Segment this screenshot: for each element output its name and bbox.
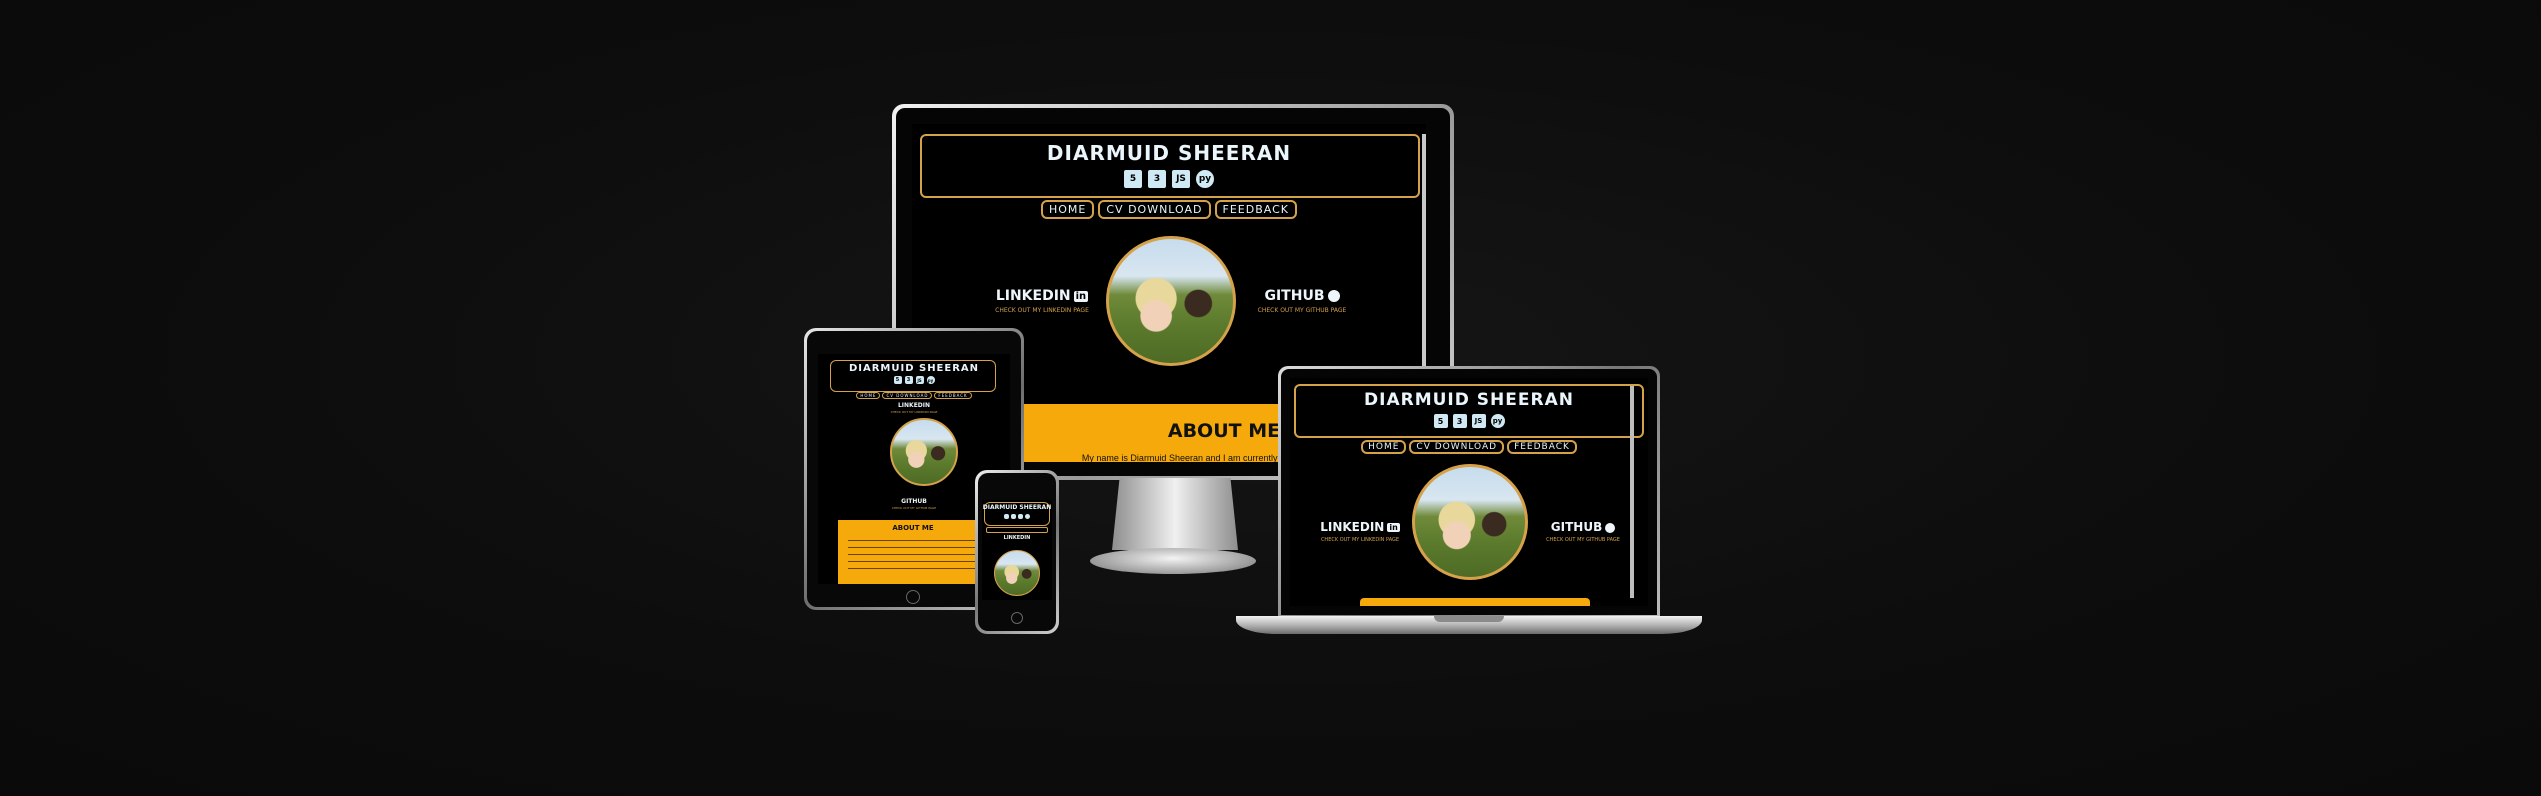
css3-icon: 3 xyxy=(904,376,913,384)
github-icon xyxy=(1605,522,1616,533)
tablet-home-button xyxy=(906,590,920,604)
github-link[interactable]: GITHUB CHECK OUT MY GITHUB PAGE xyxy=(1252,288,1352,314)
phone: DIARMUID SHEERAN LINKEDIN xyxy=(975,470,1059,634)
monitor-neck xyxy=(1112,478,1238,550)
linkedin-label: LINKEDIN xyxy=(995,288,1071,304)
linkedin-link[interactable]: LINKEDIN in CHECK OUT MY LINKEDIN PAGE xyxy=(982,288,1102,314)
html5-icon: 5 xyxy=(1124,170,1142,188)
nav-feedback[interactable]: FEEDBACK xyxy=(1214,200,1297,219)
tablet-github-label: GITHUB xyxy=(901,498,927,505)
laptop-linkedin-label: LINKEDIN xyxy=(1320,520,1385,534)
html5-icon: 5 xyxy=(1433,414,1448,428)
javascript-icon: JS xyxy=(1172,170,1190,188)
css3-icon: 3 xyxy=(1452,414,1467,428)
tablet-nav-cv-download[interactable]: CV DOWNLOAD xyxy=(882,392,933,399)
python-icon: py xyxy=(1196,170,1214,188)
site-title: DIARMUID SHEERAN xyxy=(1046,141,1292,165)
laptop: DIARMUID SHEERAN 5 3 JS py HOME CV DOWNL… xyxy=(1278,366,1660,624)
github-label: GITHUB xyxy=(1264,288,1325,304)
phone-screen: DIARMUID SHEERAN LINKEDIN xyxy=(982,500,1052,600)
tablet-linkedin-subtext: CHECK OUT MY LINKEDIN PAGE xyxy=(890,410,938,414)
phone-home-button xyxy=(1011,612,1023,624)
css3-icon: 3 xyxy=(1148,170,1166,188)
tablet-about-title: ABOUT ME xyxy=(892,524,934,532)
nav-cv-download[interactable]: CV DOWNLOAD xyxy=(1098,200,1211,219)
html5-icon xyxy=(1004,514,1009,519)
tablet-about-lines xyxy=(848,540,978,574)
python-icon: py xyxy=(1490,414,1505,428)
laptop-linkedin-subtext: CHECK OUT MY LINKEDIN PAGE xyxy=(1320,537,1400,543)
laptop-profile-photo xyxy=(1412,464,1528,580)
javascript-icon xyxy=(1018,514,1023,519)
tablet-about-section: ABOUT ME xyxy=(838,520,988,584)
laptop-about-strip xyxy=(1360,598,1590,606)
phone-linkedin-link[interactable]: LINKEDIN xyxy=(982,535,1052,541)
github-icon xyxy=(1327,290,1340,302)
phone-profile-photo xyxy=(994,550,1040,596)
python-icon: py xyxy=(926,376,935,384)
html5-icon: 5 xyxy=(893,376,902,384)
laptop-site-title: DIARMUID SHEERAN xyxy=(1364,390,1574,410)
profile-photo xyxy=(1106,236,1236,366)
phone-linkedin-label: LINKEDIN xyxy=(1003,535,1031,541)
laptop-screen: DIARMUID SHEERAN 5 3 JS py HOME CV DOWNL… xyxy=(1290,378,1648,606)
github-subtext: CHECK OUT MY GITHUB PAGE xyxy=(1257,307,1347,314)
laptop-github-subtext: CHECK OUT MY GITHUB PAGE xyxy=(1546,537,1620,543)
linkedin-icon: in xyxy=(1387,523,1400,532)
monitor-base xyxy=(1090,548,1256,574)
laptop-linkedin-link[interactable]: LINKEDIN in CHECK OUT MY LINKEDIN PAGE xyxy=(1310,520,1410,543)
tablet-linkedin-label: LINKEDIN xyxy=(897,402,931,409)
phone-site-title: DIARMUID SHEERAN xyxy=(982,504,1052,511)
laptop-nav-cv-download[interactable]: CV DOWNLOAD xyxy=(1409,440,1505,454)
python-icon xyxy=(1025,514,1030,519)
tablet-nav-feedback[interactable]: FEEDBACK xyxy=(934,392,972,399)
linkedin-subtext: CHECK OUT MY LINKEDIN PAGE xyxy=(995,307,1089,314)
tablet-linkedin-link[interactable]: LINKEDIN CHECK OUT MY LINKEDIN PAGE xyxy=(818,402,1010,414)
tablet-site-title: DIARMUID SHEERAN xyxy=(848,363,980,374)
linkedin-icon: in xyxy=(1073,290,1089,302)
javascript-icon: JS xyxy=(1471,414,1486,428)
css3-icon xyxy=(1011,514,1016,519)
phone-nav[interactable] xyxy=(986,527,1048,533)
laptop-nav-home[interactable]: HOME xyxy=(1361,440,1407,454)
laptop-nav-feedback[interactable]: FEEDBACK xyxy=(1507,440,1577,454)
nav-home[interactable]: HOME xyxy=(1041,200,1095,219)
javascript-icon: JS xyxy=(915,376,924,384)
tablet-nav-home[interactable]: HOME xyxy=(856,392,881,399)
laptop-github-label: GITHUB xyxy=(1550,520,1603,534)
tablet-profile-photo xyxy=(890,418,958,486)
laptop-notch xyxy=(1434,616,1504,622)
laptop-github-link[interactable]: GITHUB CHECK OUT MY GITHUB PAGE xyxy=(1540,520,1626,543)
